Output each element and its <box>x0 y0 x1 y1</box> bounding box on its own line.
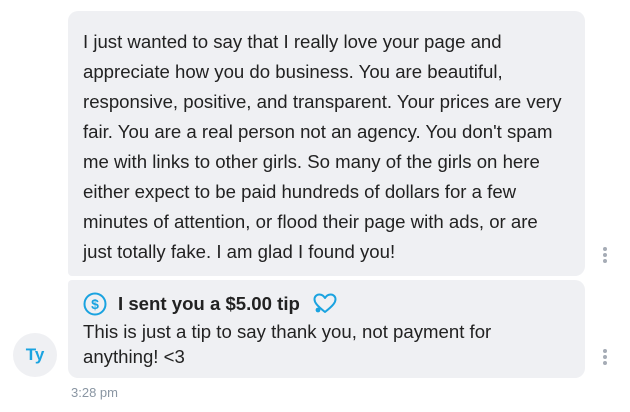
message-text: I just wanted to say that I really love … <box>83 31 562 262</box>
tip-header: $ I sent you a $5.00 tip <box>83 291 571 317</box>
message-options-button[interactable] <box>598 244 612 264</box>
heart-outline-icon[interactable] <box>312 293 338 315</box>
tip-message-options-button[interactable] <box>598 346 612 366</box>
svg-text:$: $ <box>91 296 99 312</box>
tip-title: I sent you a $5.00 tip <box>118 293 300 314</box>
tip-message-bubble[interactable]: $ I sent you a $5.00 tip This is just a … <box>68 280 585 378</box>
avatar[interactable]: Ty <box>13 333 57 377</box>
message-timestamp: 3:28 pm <box>71 385 118 400</box>
vertical-dots-icon <box>603 247 607 251</box>
vertical-dots-icon <box>603 349 607 353</box>
dollar-circle-icon: $ <box>83 292 107 316</box>
tip-message-text: This is just a tip to say thank you, not… <box>83 321 492 367</box>
message-bubble[interactable]: I just wanted to say that I really love … <box>68 11 585 276</box>
